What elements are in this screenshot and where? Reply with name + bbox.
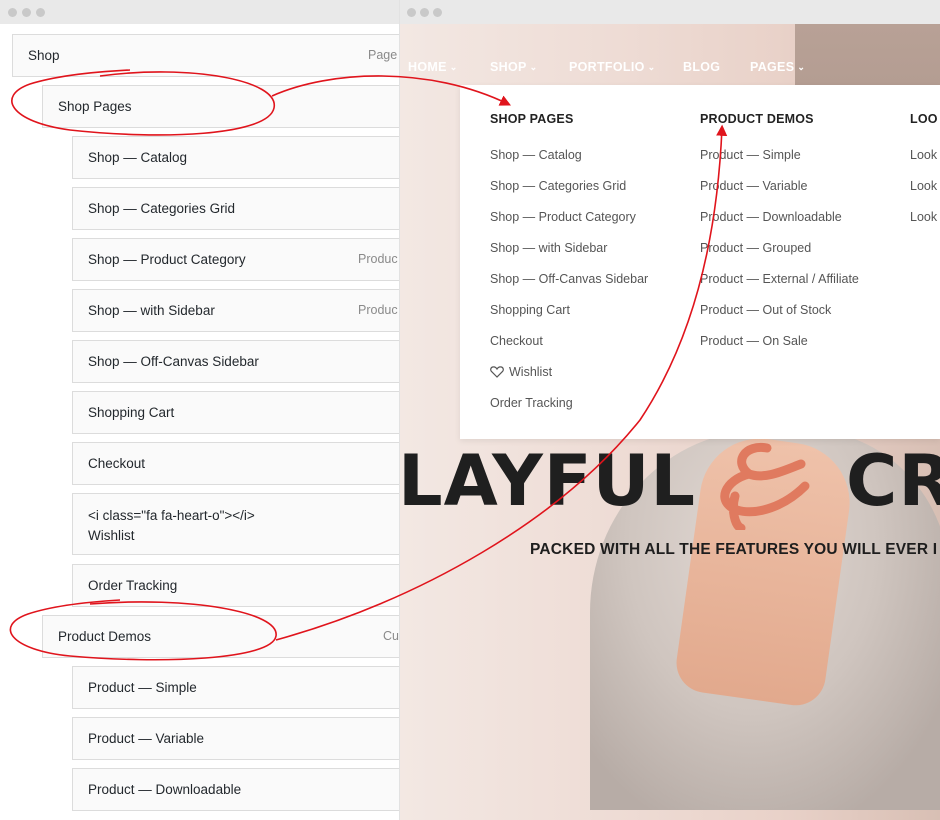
mega-link-categories-grid[interactable]: Shop — Categories Grid — [490, 179, 626, 193]
mega-link-product-out-of-stock[interactable]: Product — Out of Stock — [700, 303, 831, 317]
hero-headline: LAYFUL CR — [400, 440, 940, 522]
menu-item-product-demos[interactable]: Product Demos Cu — [42, 615, 399, 658]
menu-item-product-downloadable[interactable]: Product — Downloadable — [72, 768, 399, 811]
nav-shop[interactable]: SHOP ⌄ — [490, 60, 537, 74]
window-minimize-icon[interactable] — [22, 8, 31, 17]
nav-label: HOME — [408, 60, 447, 74]
menu-item-order-tracking[interactable]: Order Tracking — [72, 564, 399, 607]
menu-item-shop-catalog[interactable]: Shop — Catalog — [72, 136, 399, 179]
window-titlebar — [0, 0, 399, 24]
site-preview-window: LAYFUL CR PACKED WITH ALL THE FEATURES YO… — [400, 0, 940, 820]
menu-item-label: Shop — Off-Canvas Sidebar — [88, 354, 259, 369]
mega-link-product-grouped[interactable]: Product — Grouped — [700, 241, 811, 255]
nav-portfolio[interactable]: PORTFOLIO ⌄ — [569, 60, 655, 74]
window-maximize-icon[interactable] — [433, 8, 442, 17]
menu-item-label-text: Wishlist — [88, 528, 135, 543]
mega-link-product-variable[interactable]: Product — Variable — [700, 179, 807, 193]
mega-heading-lookbook: LOO — [910, 112, 938, 126]
hero-tagline: PACKED WITH ALL THE FEATURES YOU WILL EV… — [530, 541, 938, 558]
menu-item-shop-pages[interactable]: Shop Pages — [42, 85, 399, 128]
menu-item-product-category[interactable]: Shop — Product Category Produc — [72, 238, 399, 281]
menu-item-product-variable[interactable]: Product — Variable — [72, 717, 399, 760]
menu-item-label: Shop — Product Category — [88, 252, 246, 267]
nav-label: SHOP — [490, 60, 527, 74]
nav-label: PORTFOLIO — [569, 60, 645, 74]
mega-link-order-tracking[interactable]: Order Tracking — [490, 396, 573, 410]
nav-blog[interactable]: BLOG — [683, 60, 720, 74]
chevron-down-icon: ⌄ — [529, 62, 538, 72]
menu-item-wishlist[interactable]: <i class="fa fa-heart-o"></i> Wishlist — [72, 493, 399, 555]
hero-headline-left: LAYFUL — [400, 440, 697, 522]
menu-item-label: Product — Variable — [88, 731, 205, 746]
nav-label: PAGES — [750, 60, 795, 74]
menu-item-shop[interactable]: Shop Page — [12, 34, 399, 77]
mega-link-product-downloadable[interactable]: Product — Downloadable — [700, 210, 842, 224]
mega-link-with-sidebar[interactable]: Shop — with Sidebar — [490, 241, 607, 255]
window-titlebar — [400, 0, 940, 24]
menu-editor-window: Shop Page Shop Pages Shop — Catalog Shop… — [0, 0, 400, 820]
menu-item-type: Page — [368, 48, 398, 62]
mega-link-wishlist[interactable]: Wishlist — [490, 365, 552, 379]
mega-menu-dropdown: SHOP PAGES Shop — Catalog Shop — Categor… — [460, 85, 940, 439]
menu-item-type: Produc — [358, 303, 398, 317]
mega-heading-shop-pages: SHOP PAGES — [490, 112, 574, 126]
chevron-down-icon: ⌄ — [797, 62, 806, 72]
main-navigation: HOME ⌄ SHOP ⌄ PORTFOLIO ⌄ BLOG PAGES ⌄ — [400, 60, 940, 80]
menu-item-label: Shop — [28, 48, 60, 63]
menu-item-label: Product — Simple — [88, 680, 197, 695]
menu-item-label: Shopping Cart — [88, 405, 175, 420]
mega-link-shopping-cart[interactable]: Shopping Cart — [490, 303, 570, 317]
menu-item-label-html: <i class="fa fa-heart-o"></i> — [88, 508, 255, 523]
mega-link-product-on-sale[interactable]: Product — On Sale — [700, 334, 808, 348]
window-minimize-icon[interactable] — [420, 8, 429, 17]
window-close-icon[interactable] — [407, 8, 416, 17]
menu-item-label: <i class="fa fa-heart-o"></i> Wishlist — [88, 506, 255, 546]
mega-heading-product-demos: PRODUCT DEMOS — [700, 112, 814, 126]
heart-icon — [490, 366, 504, 378]
mega-link-product-external[interactable]: Product — External / Affiliate — [700, 272, 859, 286]
menu-item-label: Shop Pages — [58, 99, 132, 114]
menu-item-product-simple[interactable]: Product — Simple — [72, 666, 399, 709]
menu-item-off-canvas-sidebar[interactable]: Shop — Off-Canvas Sidebar — [72, 340, 399, 383]
menu-item-label: Product — Downloadable — [88, 782, 242, 797]
mega-link-product-simple[interactable]: Product — Simple — [700, 148, 801, 162]
mega-link-label: Wishlist — [509, 365, 553, 379]
mega-link-checkout[interactable]: Checkout — [490, 334, 543, 348]
hero-headline-right: CR — [846, 440, 940, 522]
menu-item-label: Checkout — [88, 456, 146, 471]
mega-link-product-category[interactable]: Shop — Product Category — [490, 210, 636, 224]
menu-item-with-sidebar[interactable]: Shop — with Sidebar Produc — [72, 289, 399, 332]
window-maximize-icon[interactable] — [36, 8, 45, 17]
menu-item-type: Cu — [383, 629, 399, 643]
menu-item-checkout[interactable]: Checkout — [72, 442, 399, 485]
chevron-down-icon: ⌄ — [647, 62, 656, 72]
mega-link-lookbook-2[interactable]: Look — [910, 179, 937, 193]
menu-item-categories-grid[interactable]: Shop — Categories Grid — [72, 187, 399, 230]
window-close-icon[interactable] — [8, 8, 17, 17]
menu-item-label: Shop — Categories Grid — [88, 201, 236, 216]
menu-item-type: Produc — [358, 252, 398, 266]
chevron-down-icon: ⌄ — [449, 62, 458, 72]
mega-link-shop-catalog[interactable]: Shop — Catalog — [490, 148, 582, 162]
menu-item-label: Order Tracking — [88, 578, 178, 593]
mega-link-lookbook-1[interactable]: Look — [910, 148, 937, 162]
mega-link-off-canvas-sidebar[interactable]: Shop — Off-Canvas Sidebar — [490, 272, 648, 286]
mega-link-lookbook-3[interactable]: Look — [910, 210, 937, 224]
menu-item-label: Shop — with Sidebar — [88, 303, 215, 318]
menu-item-shopping-cart[interactable]: Shopping Cart — [72, 391, 399, 434]
nav-home[interactable]: HOME ⌄ — [408, 60, 458, 74]
ampersand-icon — [720, 442, 810, 530]
nav-pages[interactable]: PAGES ⌄ — [750, 60, 805, 74]
menu-item-label: Shop — Catalog — [88, 150, 188, 165]
menu-item-label: Product Demos — [58, 629, 152, 644]
nav-label: BLOG — [683, 60, 721, 74]
